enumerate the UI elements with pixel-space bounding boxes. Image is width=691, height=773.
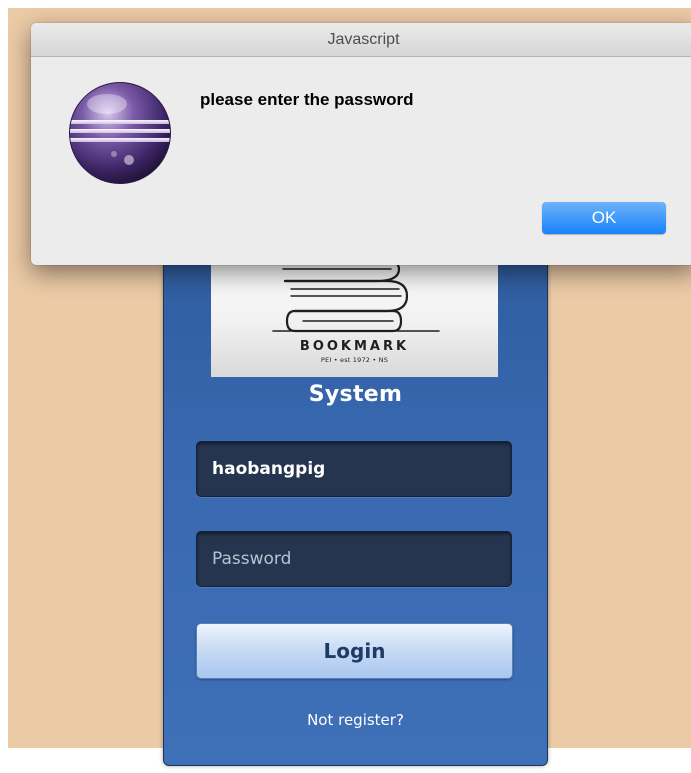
eclipse-icon: [69, 82, 171, 184]
system-title: System: [308, 382, 403, 407]
ok-button[interactable]: OK: [542, 202, 666, 234]
login-button[interactable]: Login: [196, 623, 513, 679]
login-panel: BOOKMARK PEI • est 1972 • NS System haob…: [163, 240, 548, 766]
screen: BOOKMARK PEI • est 1972 • NS System haob…: [0, 0, 691, 773]
username-input[interactable]: haobangpig: [196, 441, 512, 497]
password-input[interactable]: Password: [196, 531, 512, 587]
logo-tagline-text: PEI • est 1972 • NS: [320, 356, 389, 364]
dialog-message: please enter the password: [200, 90, 414, 109]
dialog-titlebar: Javascript: [31, 23, 691, 57]
register-link[interactable]: Not register?: [164, 711, 547, 729]
password-placeholder: Password: [212, 549, 292, 569]
username-value: haobangpig: [212, 459, 326, 479]
logo-brand-text: BOOKMARK: [299, 339, 410, 354]
dialog-title: Javascript: [327, 31, 400, 48]
alert-dialog: Javascript please enter the password OK: [31, 23, 691, 265]
